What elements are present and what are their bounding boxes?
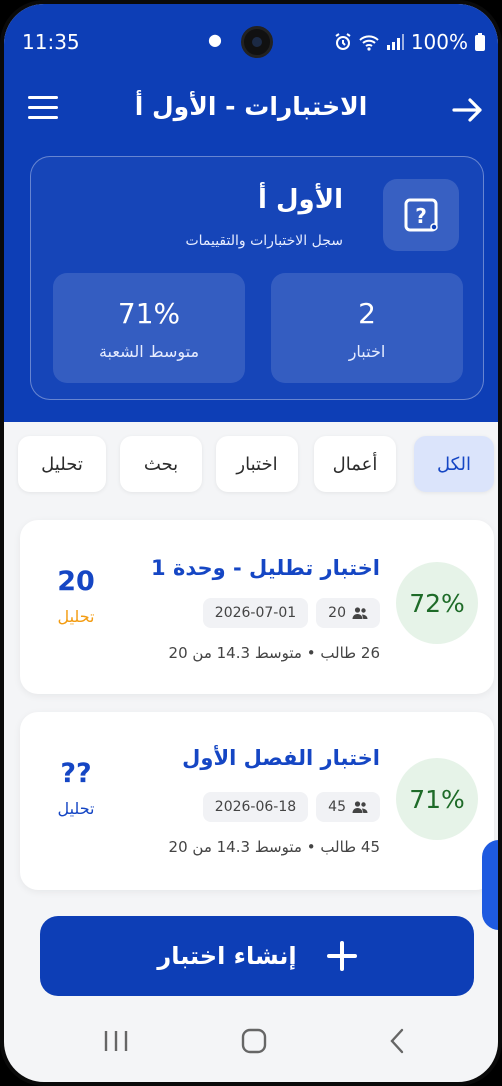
people-icon [352,607,368,619]
quiz-icon: ? [404,198,438,232]
screen: 11:35 ● 100% الاختبارات - الأول أ ? الأو… [4,4,498,1082]
exam-card[interactable]: 72% اختبار تطليل - وحدة 1 20 2026-07-01 … [20,520,494,694]
exam-analysis-link[interactable]: تحليل [42,607,110,626]
class-average-label: متوسط الشعبة [98,342,200,361]
filter-chip-all[interactable]: الكل [414,436,494,492]
wifi-icon [359,35,379,51]
exam-count-value: 2 [358,297,376,330]
notification-drop-icon: ● [208,30,222,49]
exam-count-label: اختبار [348,342,386,361]
menu-icon-line [28,116,58,119]
battery-percent: 100% [410,30,468,54]
class-subtitle: سجل الاختبارات والتقييمات [185,233,343,249]
filter-chip-analysis[interactable]: تحليل [18,436,106,492]
class-average-value: 71% [117,297,181,330]
page-title: الاختبارات - الأول أ [134,92,368,121]
exam-percent-badge: 71% [396,758,478,840]
quiz-icon-box: ? [383,179,459,251]
filter-chips: الكل أعمال اختبار بحث تحليل [18,436,494,494]
exam-date-pill: 2026-07-01 [202,598,309,628]
exam-info: 45 طالب • متوسط 14.3 من 20 [168,838,380,856]
exam-score-value: 20 [57,566,95,597]
signal-icon [386,34,404,50]
class-name: الأول أ [258,185,343,215]
back-icon[interactable] [380,1026,416,1056]
status-bar: 11:35 ● 100% [4,26,498,58]
menu-icon-line [28,96,58,99]
recents-icon[interactable] [98,1026,134,1056]
exam-analysis-link[interactable]: تحليل [42,799,110,818]
front-camera [241,26,273,58]
exam-meta-row: 45 2026-06-18 [202,792,380,822]
status-time: 11:35 [22,30,80,54]
people-icon [352,801,368,813]
exam-score: ?? تحليل [42,758,110,818]
battery-icon [475,33,485,51]
exam-card[interactable]: 71% اختبار الفصل الأول 45 2026-06-18 45 … [20,712,494,890]
exam-percent-badge: 72% [396,562,478,644]
home-icon[interactable] [236,1026,272,1056]
system-nav-bar [4,1010,498,1070]
filter-chip-research[interactable]: بحث [120,436,202,492]
exam-count-stat: 2 اختبار [271,273,463,383]
students-pill: 45 [316,792,380,822]
students-count: 20 [328,605,346,621]
exam-title: اختبار الفصل الأول [182,746,380,770]
floating-side-button[interactable] [482,840,498,930]
exam-title: اختبار تطليل - وحدة 1 [151,556,380,580]
exam-score-value: ?? [60,758,92,789]
exam-score: 20 تحليل [42,566,110,626]
plus-icon [326,941,357,971]
status-icons: 100% [333,30,486,54]
exam-date-pill: 2026-06-18 [202,792,309,822]
menu-button[interactable] [28,96,60,124]
phone-frame: 11:35 ● 100% الاختبارات - الأول أ ? الأو… [0,0,502,1086]
filter-chip-exam[interactable]: اختبار [216,436,298,492]
menu-icon-line [28,106,58,109]
svg-text:?: ? [415,204,427,228]
exam-info: 26 طالب • متوسط 14.3 من 20 [168,644,380,662]
exam-meta-row: 20 2026-07-01 [202,598,380,628]
students-pill: 20 [316,598,380,628]
create-exam-label: إنشاء اختبار [157,942,297,970]
filter-chip-works[interactable]: أعمال [314,436,396,492]
class-summary-card: ? الأول أ سجل الاختبارات والتقييمات 2 اخ… [30,156,484,400]
class-average-stat: 71% متوسط الشعبة [53,273,245,383]
alarm-icon [335,33,351,50]
students-count: 45 [328,799,346,815]
back-arrow-icon[interactable] [450,92,486,128]
app-bar: الاختبارات - الأول أ [4,88,498,132]
create-exam-button[interactable]: إنشاء اختبار [40,916,474,996]
